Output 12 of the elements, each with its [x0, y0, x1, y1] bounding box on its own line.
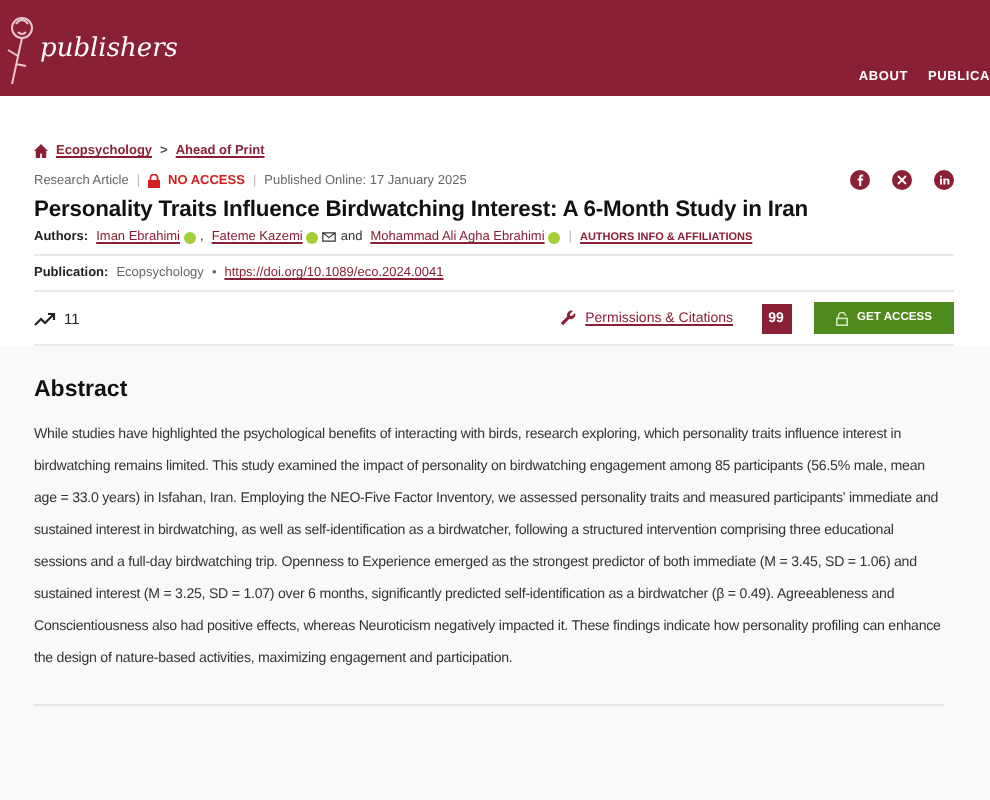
abstract-heading: Abstract	[34, 378, 130, 402]
wrench-icon	[559, 310, 576, 326]
unlock-icon	[835, 311, 848, 325]
logo-text: publishers	[40, 33, 178, 63]
x-icon[interactable]	[892, 170, 912, 190]
facebook-icon[interactable]	[850, 170, 870, 190]
envelope-icon[interactable]	[322, 232, 337, 242]
article-title: Personality Traits Influence Birdwatching Interest: A 6-Month Study in Iran	[34, 198, 811, 222]
linkedin-icon[interactable]	[934, 170, 954, 190]
trend-icon	[34, 311, 56, 325]
home-icon	[34, 144, 48, 158]
lock-icon	[148, 173, 161, 187]
